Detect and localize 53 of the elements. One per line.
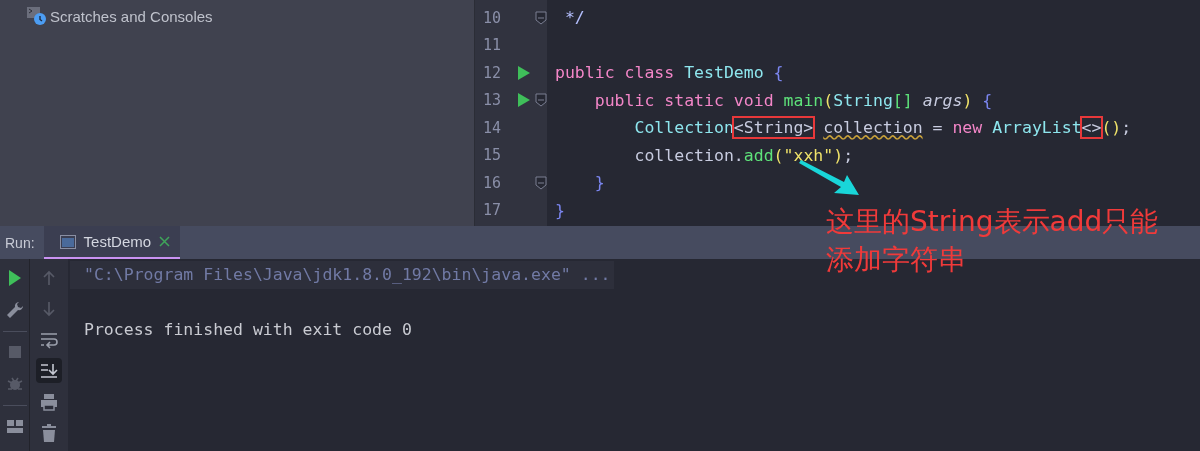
line-number: 17 — [481, 201, 501, 220]
line-number: 16 — [481, 173, 501, 192]
highlighted-code: <> — [1081, 118, 1102, 137]
scratch-icon — [27, 6, 47, 26]
code-text: new — [952, 118, 983, 137]
code-text: } — [594, 173, 605, 192]
code-text: TestDemo — [684, 63, 764, 82]
code-text: main — [783, 90, 824, 110]
close-icon[interactable] — [159, 236, 171, 247]
code-text: args — [922, 90, 963, 110]
code-text: public — [555, 63, 615, 82]
run-icon[interactable] — [518, 65, 530, 80]
code-text: { — [982, 90, 993, 110]
line-number: 10 — [481, 8, 501, 27]
panel-title: Run: — [4, 234, 36, 251]
run-tab[interactable]: TestDemo — [43, 226, 181, 259]
code-text: ; — [1121, 118, 1132, 137]
line-number: 13 — [481, 91, 501, 110]
code-text: = — [932, 118, 943, 137]
code-text: } — [555, 200, 565, 220]
highlighted-code: <String> — [733, 118, 814, 137]
tree-item[interactable]: Scratches and Consoles — [50, 7, 213, 25]
code-text: add — [743, 145, 774, 165]
code-text: static — [664, 90, 724, 110]
printer-icon[interactable] — [39, 391, 59, 412]
console-icon — [59, 234, 76, 249]
code-text: public — [594, 90, 655, 110]
code-text: void — [733, 90, 774, 110]
code-text: ; — [843, 145, 854, 165]
console-text: Process finished with exit code 0 — [83, 319, 413, 341]
code-text: class — [624, 63, 675, 82]
code-text: () — [1101, 118, 1122, 137]
code-text: { — [773, 63, 784, 82]
line-number: 11 — [481, 36, 501, 55]
code-text: ( — [823, 90, 834, 110]
fold-icon[interactable] — [535, 175, 547, 190]
code-text: "xxh" — [783, 145, 834, 165]
code-text: [] — [892, 90, 913, 110]
code-text: collection. — [634, 145, 744, 165]
trash-icon[interactable] — [39, 422, 59, 443]
code-text: collection — [823, 118, 923, 137]
run-icon[interactable] — [518, 93, 530, 108]
line-number: 14 — [481, 118, 501, 137]
code-text: ( — [773, 145, 784, 165]
line-number: 12 — [481, 63, 501, 82]
code-text: ) — [962, 90, 973, 110]
code-text: */ — [564, 8, 585, 27]
code-text: ) — [833, 145, 844, 165]
annotation-text: 这里的String表示add只能 添加字符串 — [826, 204, 1159, 278]
fold-icon[interactable] — [535, 93, 547, 108]
fold-icon[interactable] — [535, 10, 547, 25]
line-number: 15 — [481, 146, 501, 165]
code-text: String — [833, 90, 893, 110]
